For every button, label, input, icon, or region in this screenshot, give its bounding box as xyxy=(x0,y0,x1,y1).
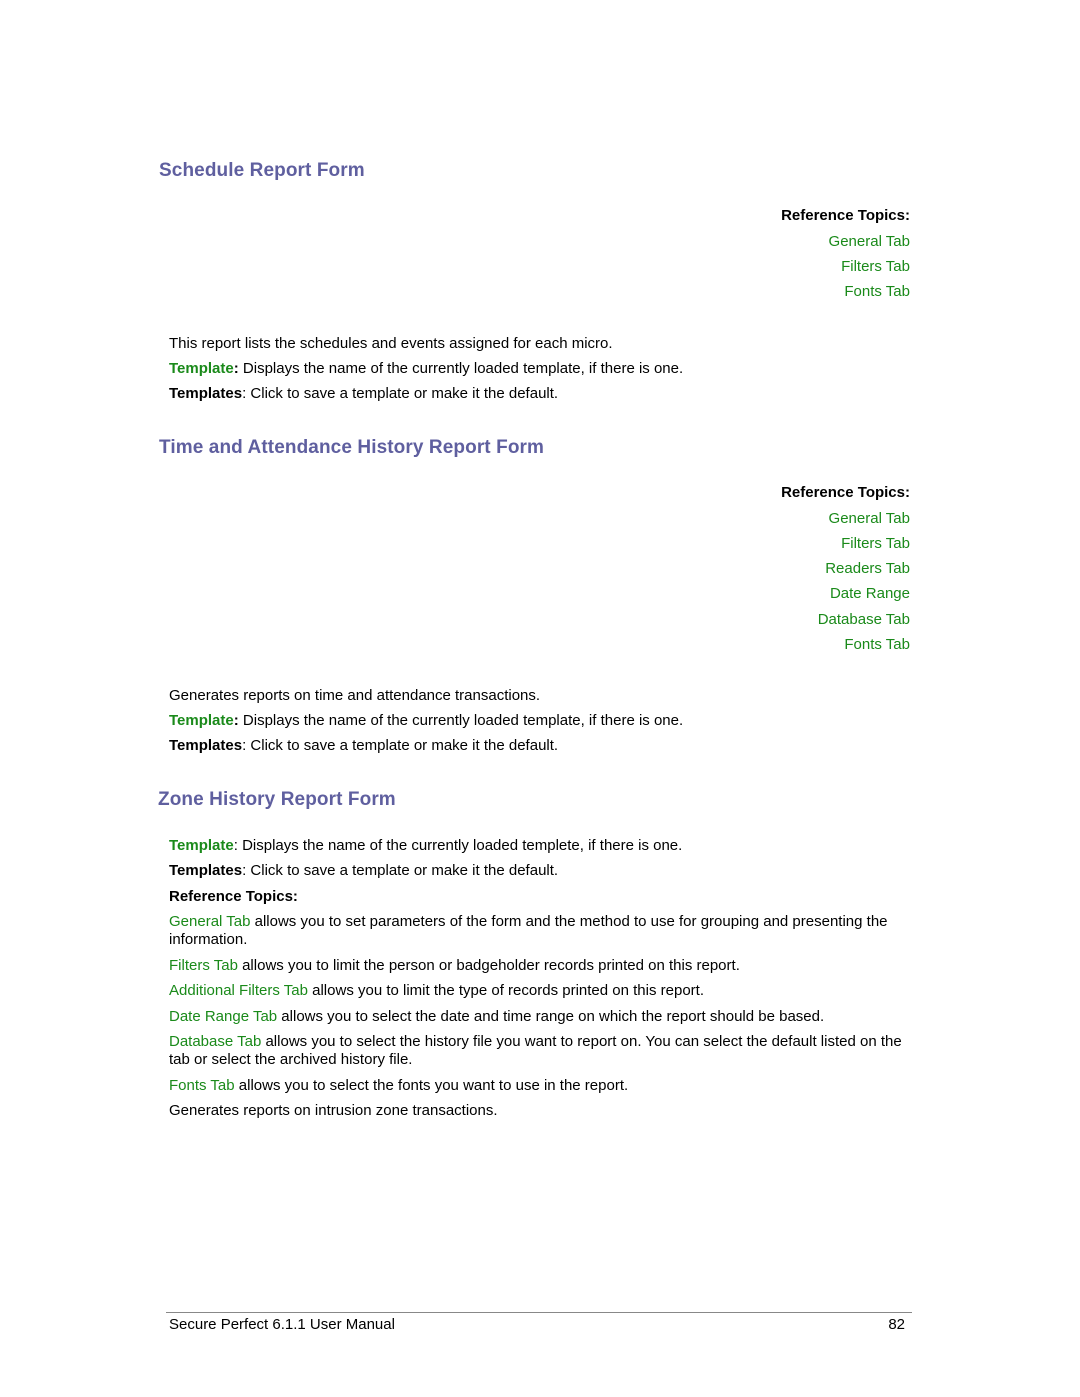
reference-topics-time-attendance: Reference Topics: General Tab Filters Ta… xyxy=(781,483,910,660)
templates-text: : Click to save a template or make it th… xyxy=(242,385,559,402)
link-filters-tab[interactable]: Filters Tab xyxy=(781,534,910,559)
reference-topics-schedule: Reference Topics: General Tab Filters Ta… xyxy=(781,206,910,307)
ref-item-text: allows you to limit the person or badgeh… xyxy=(237,957,740,974)
ref-item-additional-filters-tab: Additional Filters Tab allows you to lim… xyxy=(169,982,914,1000)
link-database-tab[interactable]: Database Tab xyxy=(169,1033,261,1050)
link-filters-tab[interactable]: Filters Tab xyxy=(169,957,238,974)
template-text: : Displays the name of the currently loa… xyxy=(233,837,683,854)
ref-item-database-tab: Database Tab allows you to select the hi… xyxy=(169,1033,914,1069)
templates-label: Templates xyxy=(169,385,243,402)
link-general-tab[interactable]: General Tab xyxy=(781,232,910,257)
ref-item-filters-tab: Filters Tab allows you to limit the pers… xyxy=(169,957,914,975)
section-heading-schedule-report: Schedule Report Form xyxy=(159,160,365,181)
templates-label: Templates xyxy=(169,737,243,754)
footer-manual-title: Secure Perfect 6.1.1 User Manual xyxy=(169,1316,395,1333)
description: Generates reports on time and attendance… xyxy=(169,687,541,704)
reference-topics-title: Reference Topics: xyxy=(781,484,910,501)
templates-text: : Click to save a template or make it th… xyxy=(242,862,559,879)
template-label: Template xyxy=(169,837,234,854)
description: Generates reports on intrusion zone tran… xyxy=(169,1102,498,1119)
footer-divider xyxy=(166,1312,912,1313)
template-label: Template xyxy=(169,712,234,729)
templates-paragraph: Templates: Click to save a template or m… xyxy=(169,737,914,755)
link-fonts-tab[interactable]: Fonts Tab xyxy=(781,282,910,307)
link-general-tab[interactable]: General Tab xyxy=(169,913,250,930)
ref-item-text: allows you to select the date and time r… xyxy=(277,1008,825,1025)
ref-item-general-tab: General Tab allows you to set parameters… xyxy=(169,913,914,949)
reference-topics-title: Reference Topics: xyxy=(169,888,298,905)
ref-item-text: allows you to limit the type of records … xyxy=(307,982,704,999)
link-additional-filters-tab[interactable]: Additional Filters Tab xyxy=(169,982,308,999)
section-heading-time-attendance-report: Time and Attendance History Report Form xyxy=(159,437,545,458)
ref-item-text: allows you to set parameters of the form… xyxy=(169,913,888,948)
templates-text: : Click to save a template or make it th… xyxy=(242,737,559,754)
template-text: Displays the name of the currently loade… xyxy=(238,712,684,729)
template-paragraph: Template: Displays the name of the curre… xyxy=(169,360,914,378)
templates-paragraph: Templates: Click to save a template or m… xyxy=(169,862,914,880)
templates-label: Templates xyxy=(169,862,243,879)
link-fonts-tab[interactable]: Fonts Tab xyxy=(169,1077,235,1094)
footer-page-number: 82 xyxy=(888,1316,905,1333)
link-filters-tab[interactable]: Filters Tab xyxy=(781,257,910,282)
link-general-tab[interactable]: General Tab xyxy=(781,509,910,534)
link-fonts-tab[interactable]: Fonts Tab xyxy=(781,635,910,660)
ref-item-date-range-tab: Date Range Tab allows you to select the … xyxy=(169,1008,914,1026)
description: This report lists the schedules and even… xyxy=(169,335,613,352)
template-paragraph: Template: Displays the name of the curre… xyxy=(169,837,914,855)
link-date-range[interactable]: Date Range xyxy=(781,584,910,609)
link-database-tab[interactable]: Database Tab xyxy=(781,610,910,635)
ref-item-text: allows you to select the history file yo… xyxy=(169,1033,902,1068)
templates-paragraph: Templates: Click to save a template or m… xyxy=(169,385,914,403)
reference-topics-title: Reference Topics: xyxy=(781,207,910,224)
section-heading-zone-history-report: Zone History Report Form xyxy=(158,789,396,810)
link-date-range-tab[interactable]: Date Range Tab xyxy=(169,1008,277,1025)
ref-item-fonts-tab: Fonts Tab allows you to select the fonts… xyxy=(169,1077,914,1095)
template-label: Template xyxy=(169,360,234,377)
template-text: Displays the name of the currently loade… xyxy=(238,360,684,377)
ref-item-text: allows you to select the fonts you want … xyxy=(234,1077,629,1094)
template-paragraph: Template: Displays the name of the curre… xyxy=(169,712,914,730)
link-readers-tab[interactable]: Readers Tab xyxy=(781,559,910,584)
